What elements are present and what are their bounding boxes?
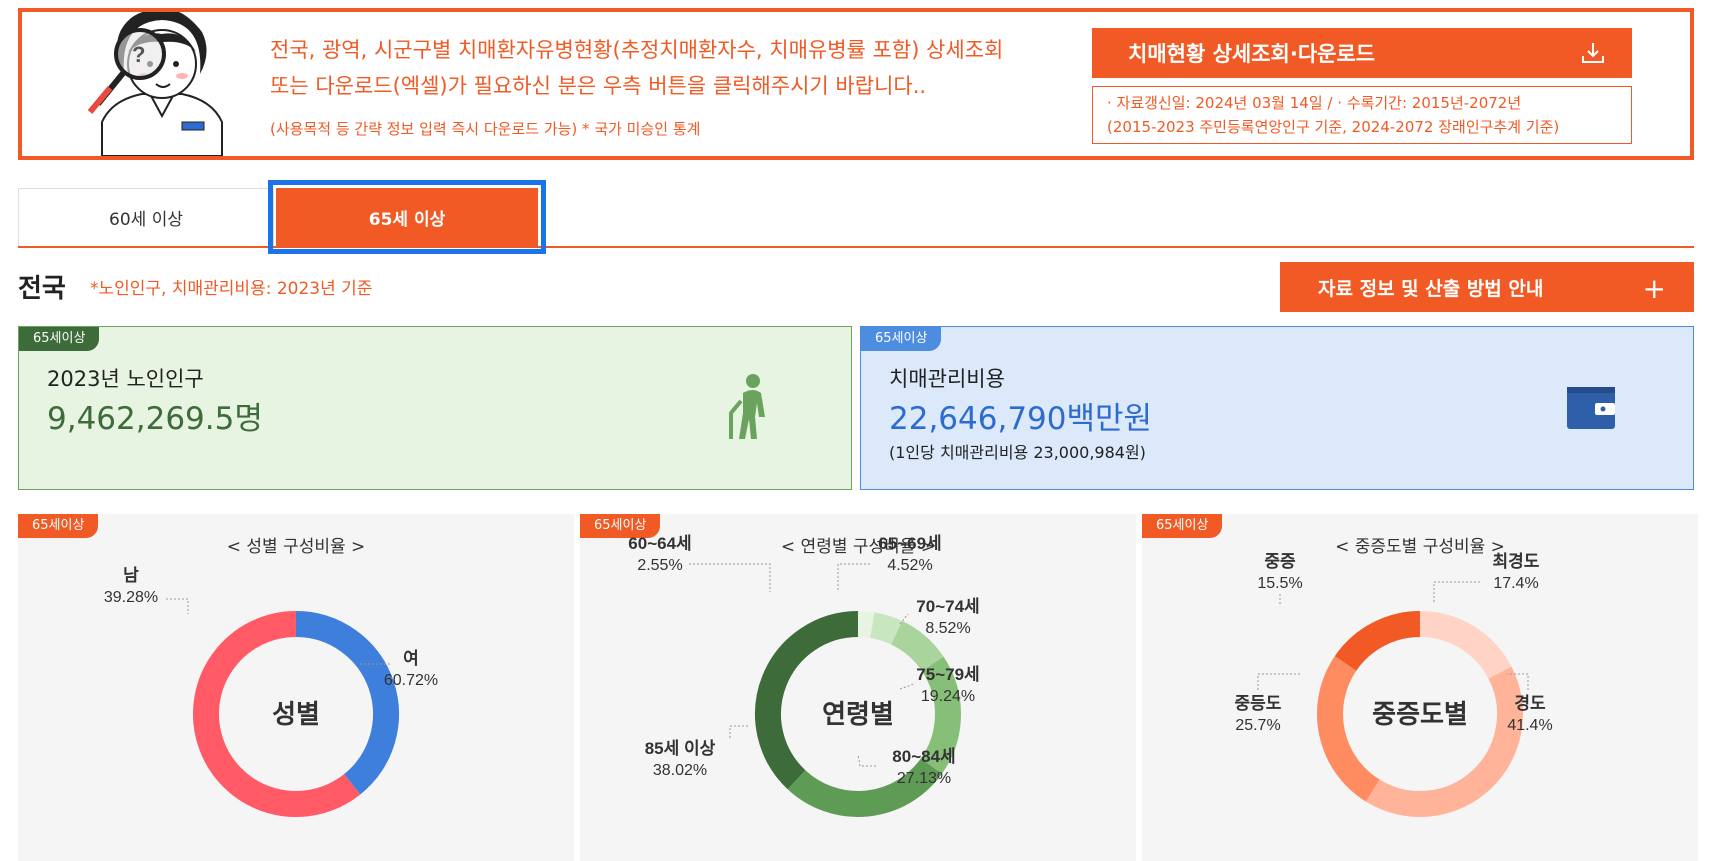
- gender-ratio-panel: 65세이상 < 성별 구성비율 > 남 39.28% 여 60.72% 성별: [18, 514, 574, 861]
- slice-label: 80~84세: [892, 747, 955, 766]
- info-button-label: 자료 정보 및 산출 방법 안내: [1318, 277, 1544, 300]
- slice-value: 8.52%: [925, 620, 970, 637]
- donut-slice[interactable]: [1365, 666, 1523, 817]
- severity-ratio-panel: 65세이상 < 중증도별 구성비율 > 최경도 17.4% 경도 41.4% 중등도 25…: [1142, 514, 1698, 861]
- donut-slice[interactable]: [890, 621, 944, 672]
- update-date-line: · 자료갱신일: 2024년 03월 14일 / · 수록기간: 2015년-2…: [1107, 94, 1522, 112]
- elderly-population-card: 65세이상 2023년 노인인구 9,462,269.5명: [18, 326, 852, 490]
- population-label: 2023년 노인인구: [47, 367, 204, 391]
- donut-slice[interactable]: [1334, 611, 1421, 672]
- download-button-label: 치매현황 상세조회·다운로드: [1128, 42, 1376, 66]
- age-group-tabs: 60세 이상 65세 이상: [18, 180, 1694, 254]
- slice-label: 최경도: [1493, 552, 1540, 571]
- cost-per-capita: (1인당 치매관리비용 23,000,984원): [889, 443, 1146, 462]
- population-value: 9,462,269.5명: [47, 401, 263, 437]
- donut-center-label: 연령별: [822, 699, 894, 729]
- label-leader-line: [166, 598, 189, 614]
- slice-label: 경도: [1514, 694, 1546, 713]
- slice-label: 75~79세: [916, 665, 979, 684]
- slice-value: 27.13%: [897, 770, 951, 787]
- slice-label: 여: [403, 649, 419, 668]
- region-title: 전국: [18, 274, 66, 304]
- label-leader-line: [689, 563, 771, 592]
- banner-subnote: (사용목적 등 간략 정보 입력 즉시 다운로드 가능) * 국가 미승인 통계: [270, 120, 701, 138]
- slice-value: 19.24%: [921, 688, 975, 705]
- update-basis-line: (2015-2023 주민등록연앙인구 기준, 2024-2072 장래인구추계…: [1107, 118, 1560, 136]
- age-ratio-panel: 65세이상 < 연령별 구성비율 > 60~64세 2.55% 65~69세 4.52…: [580, 514, 1136, 861]
- slice-label: 70~74세: [916, 597, 979, 616]
- slice-value: 17.4%: [1493, 575, 1538, 592]
- slice-label: 중증: [1264, 552, 1296, 571]
- tab-age-65-plus[interactable]: 65세 이상: [268, 180, 546, 254]
- label-leader-line: [1433, 581, 1480, 604]
- donut-slice[interactable]: [869, 612, 903, 645]
- donut-slice[interactable]: [857, 611, 875, 639]
- banner-line-1: 전국, 광역, 시군구별 치매환자유병현황(추정치매환자수, 치매유병률 포함)…: [270, 38, 1004, 62]
- dementia-data-banner: ? 전국, 광역, 시군구별 치매환자유병현황(추정치매환자수, 치매유병률 포…: [18, 8, 1694, 160]
- data-info-guide-button[interactable]: 자료 정보 및 산출 방법 안내 +: [1280, 262, 1694, 312]
- slice-label: 중등도: [1235, 694, 1282, 713]
- donut-slice[interactable]: [1419, 611, 1512, 679]
- tab-age-60-plus[interactable]: 60세 이상: [18, 188, 274, 246]
- slice-label: 85세 이상: [645, 739, 716, 758]
- age-donut-chart: 60~64세 2.55% 65~69세 4.52% 70~74세 8.52% 75~79세 1…: [628, 534, 980, 817]
- donut-slice[interactable]: [1317, 656, 1380, 802]
- donut-center-label: 성별: [272, 699, 320, 729]
- cost-label: 치매관리비용: [889, 367, 1005, 391]
- slice-value: 39.28%: [104, 589, 158, 606]
- card-tag: 65세이상: [19, 327, 100, 351]
- slice-label: 65~69세: [878, 534, 941, 553]
- cost-value: 22,646,790백만원: [889, 401, 1153, 437]
- banner-line-2: 또는 다운로드(엑셀)가 필요하신 분은 우측 버튼을 클릭해주시기 바랍니다.…: [270, 74, 927, 98]
- slice-value: 38.02%: [653, 762, 707, 779]
- slice-value: 4.52%: [887, 557, 932, 574]
- wallet-icon: [1567, 387, 1615, 429]
- banner-text: 전국, 광역, 시군구별 치매환자유병현황(추정치매환자수, 치매유병률 포함)…: [270, 32, 1090, 139]
- slice-value: 15.5%: [1257, 575, 1302, 592]
- gender-donut-chart: 남 39.28% 여 60.72% 성별: [104, 566, 438, 817]
- card-tag: 65세이상: [861, 327, 942, 351]
- plus-icon: +: [1642, 272, 1666, 305]
- slice-value: 41.4%: [1507, 717, 1552, 734]
- slice-value: 25.7%: [1235, 717, 1280, 734]
- region-basis-note: *노인인구, 치매관리비용: 2023년 기준: [90, 279, 373, 299]
- svg-text:?: ?: [132, 42, 145, 67]
- label-leader-line: [729, 725, 750, 738]
- download-icon: [1582, 43, 1604, 63]
- slice-value: 2.55%: [637, 557, 682, 574]
- severity-donut-chart: 최경도 17.4% 경도 41.4% 중등도 25.7% 중증 15.5% 중증도별: [1235, 552, 1553, 817]
- slice-value: 60.72%: [384, 672, 438, 689]
- elderly-person-icon: [729, 374, 765, 439]
- label-leader-line: [837, 563, 870, 592]
- slice-label: 60~64세: [628, 534, 691, 553]
- dementia-cost-card: 65세이상 치매관리비용 22,646,790백만원 (1인당 치매관리비용 2…: [860, 326, 1694, 490]
- update-info-box: · 자료갱신일: 2024년 03월 14일 / · 수록기간: 2015년-2…: [1092, 86, 1632, 144]
- download-detail-button[interactable]: 치매현황 상세조회·다운로드: [1092, 28, 1632, 78]
- label-leader-line: [857, 753, 876, 767]
- donut-center-label: 중증도별: [1372, 699, 1468, 729]
- label-leader-line: [1257, 673, 1302, 690]
- doctor-magnifier-illustration: ?: [87, 12, 223, 156]
- slice-label: 남: [123, 566, 139, 585]
- label-leader-line: [899, 683, 915, 690]
